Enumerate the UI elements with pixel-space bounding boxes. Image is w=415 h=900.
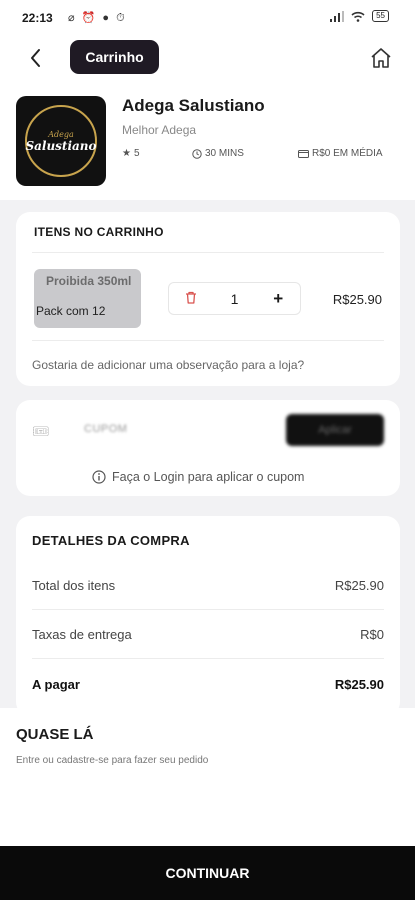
store-rating: ★ 5 [122, 148, 140, 159]
details-title: DETALHES DA COMPRA [32, 533, 190, 548]
average-price-value: R$0 EM MÉDIA [312, 148, 383, 159]
top-bar: Carrinho [0, 36, 415, 82]
product-name-line1: Proibida 350ml [46, 274, 132, 288]
store-delivery-time: 30 MINS [192, 148, 244, 159]
star-icon: ★ [122, 148, 131, 159]
chevron-left-icon [31, 49, 40, 67]
details-divider-2 [32, 658, 384, 659]
info-icon [92, 470, 106, 484]
signal-icon [330, 10, 345, 22]
amount-due-value: R$25.90 [334, 677, 384, 692]
store-subtitle: Melhor Adega [122, 123, 197, 137]
continue-button[interactable]: CONTINUAR [0, 846, 415, 900]
trash-icon [185, 291, 196, 304]
notification-icons: ⌀ ⏰ ● ⏱ [68, 12, 127, 24]
product-image[interactable]: Proibida 350ml Pack com 12 [34, 269, 141, 328]
product-name-line2: Pack com 12 [36, 304, 106, 318]
wallet-icon [298, 150, 309, 158]
store-name: Adega Salustiano [122, 96, 265, 115]
cart-title: ITENS NO CARRINHO [34, 225, 164, 239]
delivery-fee-value: R$0 [360, 627, 384, 642]
status-time: 22:13 [22, 11, 53, 25]
sheet-subtitle: Entre ou cadastre-se para fazer seu pedi… [16, 755, 209, 766]
quantity-value: 1 [230, 290, 239, 307]
logo-emblem: Adega Salustiano [25, 105, 97, 177]
page-title: Carrinho [70, 40, 159, 74]
logo-text-top: Adega [48, 129, 74, 139]
status-right: 55 [330, 10, 389, 22]
rating-value: 5 [133, 148, 140, 159]
home-button[interactable] [369, 46, 393, 70]
apply-coupon-button[interactable]: Aplicar [286, 414, 384, 446]
store-observation-link[interactable]: Gostaria de adicionar uma observação par… [32, 358, 304, 372]
battery-icon: 55 [372, 10, 389, 22]
cart-card: ITENS NO CARRINHO Proibida 350ml Pack co… [16, 212, 400, 386]
coupon-input[interactable]: CUPOM [84, 423, 127, 435]
home-icon [371, 48, 391, 68]
wifi-icon [351, 11, 365, 22]
coupon-ticket-icon: 🎟 [32, 423, 50, 439]
items-total-value: R$25.90 [334, 578, 384, 593]
purchase-details-card: DETALHES DA COMPRA Total dos itens R$25.… [16, 516, 400, 716]
logo-text-main: Salustiano [25, 138, 97, 153]
sheet-title: QUASE LÁ [16, 726, 94, 743]
store-info: Adega Salustiano Adega Salustiano Melhor… [0, 82, 415, 200]
delivery-fee-label: Taxas de entrega [32, 627, 132, 642]
coupon-login-note[interactable]: Faça o Login para aplicar o cupom [92, 470, 304, 484]
store-average-price: R$0 EM MÉDIA [298, 148, 383, 159]
store-logo: Adega Salustiano [16, 96, 106, 186]
cart-divider-2 [32, 340, 384, 341]
details-divider-1 [32, 609, 384, 610]
clock-icon [192, 148, 202, 159]
remove-item-button[interactable] [169, 291, 213, 307]
cart-divider [32, 252, 384, 253]
status-bar: 22:13 ⌀ ⏰ ● ⏱ 55 [0, 0, 415, 36]
item-price: R$25.90 [332, 292, 382, 307]
increase-quantity-button[interactable]: + [256, 289, 300, 309]
items-total-label: Total dos itens [32, 578, 116, 593]
amount-due-label: A pagar [32, 677, 80, 692]
quantity-stepper: 1 + [168, 282, 301, 315]
login-note-text: Faça o Login para aplicar o cupom [112, 470, 305, 484]
back-button[interactable] [24, 46, 48, 70]
delivery-time-value: 30 MINS [205, 148, 244, 159]
